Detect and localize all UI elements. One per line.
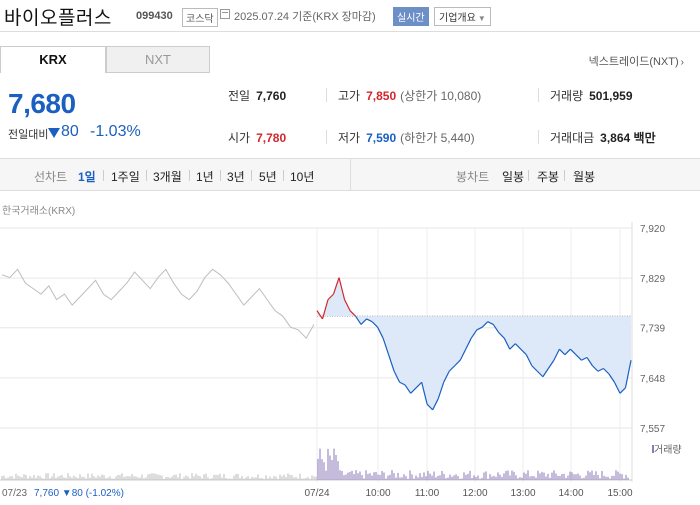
x-tick-label: 10:00 — [365, 488, 390, 499]
price-chart[interactable]: 7,920 7,829 7,739 7,648 7,557 07/24 10:00 11:0… — [0, 0, 700, 505]
y-tick-label: 7,557 — [640, 424, 665, 435]
x-tick-label: 13:00 — [510, 488, 535, 499]
today-fill — [317, 277, 631, 410]
x-tick-label: 14:00 — [558, 488, 583, 499]
bottom-prev-date: 07/23 — [2, 488, 27, 499]
volume-legend-swatch — [652, 445, 654, 453]
volume-bars — [0, 448, 632, 481]
y-axis: 7,920 7,829 7,739 7,648 7,557 — [640, 224, 665, 435]
y-tick-label: 7,648 — [640, 374, 665, 385]
x-tick-label: 15:00 — [607, 488, 632, 499]
today-series — [316, 277, 632, 411]
y-tick-label: 7,920 — [640, 224, 665, 235]
x-tick-label: 07/24 — [304, 488, 329, 499]
y-tick-label: 7,739 — [640, 324, 665, 335]
x-tick-label: 11:00 — [415, 488, 440, 499]
y-tick-label: 7,829 — [640, 274, 665, 285]
x-tick-label: 12:00 — [462, 488, 487, 499]
x-axis: 07/24 10:00 11:00 12:00 13:00 14:00 15:00 — [304, 488, 632, 499]
volume-legend: 거래량 — [654, 444, 682, 456]
bottom-prev-value: 7,760 ▼80 (-1.02%) — [34, 488, 124, 499]
